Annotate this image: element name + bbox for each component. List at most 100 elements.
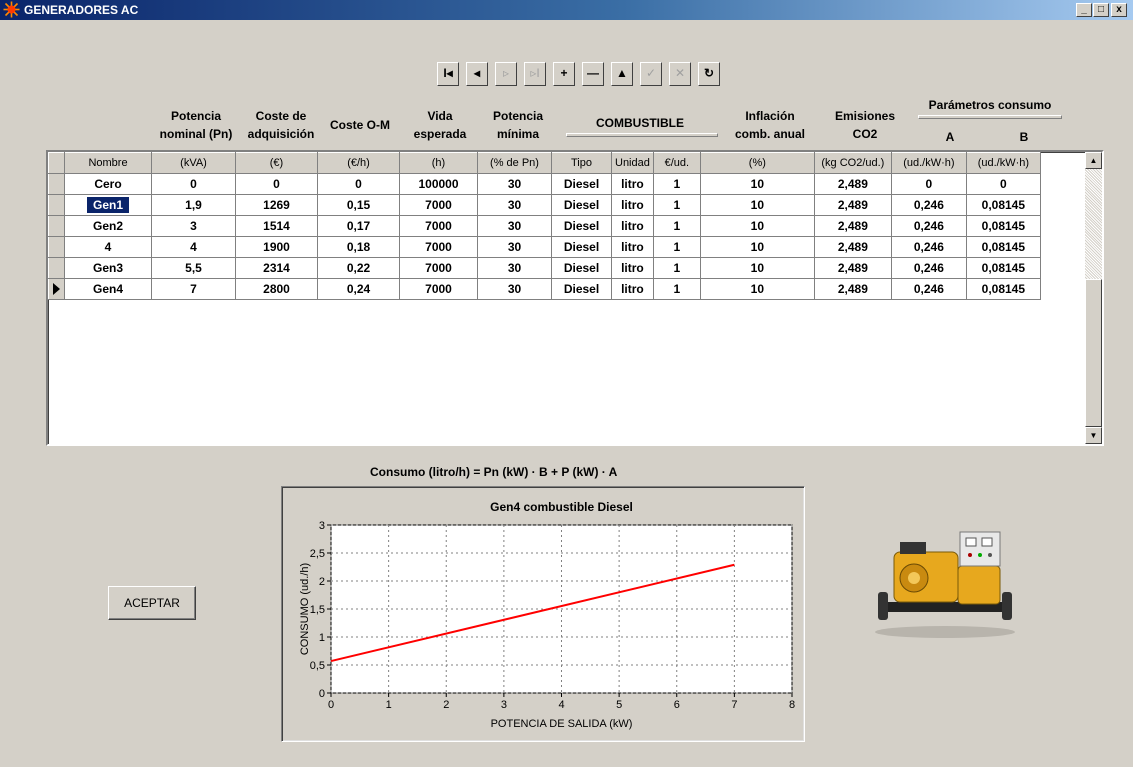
table-cell[interactable]: 7000 <box>399 215 478 237</box>
table-cell[interactable]: 100000 <box>399 173 478 195</box>
row-indicator[interactable] <box>48 278 65 300</box>
column-header[interactable]: Tipo <box>551 152 612 174</box>
table-cell[interactable]: 1 <box>652 215 701 237</box>
table-cell[interactable]: 1514 <box>235 215 318 237</box>
last-record-button[interactable]: ▹I <box>524 62 546 86</box>
column-header[interactable]: Nombre <box>64 152 152 174</box>
refresh-button[interactable]: ↻ <box>698 62 720 86</box>
table-cell[interactable]: litro <box>611 173 654 195</box>
table-cell[interactable]: litro <box>611 215 654 237</box>
table-cell[interactable]: 30 <box>477 173 552 195</box>
table-cell[interactable]: 30 <box>477 215 552 237</box>
table-cell[interactable]: 0,17 <box>317 215 400 237</box>
table-cell[interactable]: 7000 <box>399 194 478 216</box>
table-cell[interactable]: 0 <box>890 173 967 195</box>
table-cell[interactable]: 0 <box>317 173 400 195</box>
table-cell[interactable]: 1269 <box>235 194 318 216</box>
table-cell[interactable]: 3 <box>151 215 236 237</box>
table-cell[interactable]: 7 <box>151 278 236 300</box>
table-cell[interactable]: 0,246 <box>890 215 967 237</box>
column-header[interactable]: (% de Pn) <box>477 152 552 174</box>
table-row[interactable]: Gen2 3 1514 0,17 7000 30 Diesel litro 1 10 2,489 0,… <box>48 215 1041 237</box>
table-cell[interactable]: 0,08145 <box>965 236 1041 258</box>
column-header[interactable]: (kg CO2/ud.) <box>813 152 892 174</box>
scroll-down-button[interactable]: ▼ <box>1085 427 1102 444</box>
scroll-track[interactable] <box>1085 169 1102 279</box>
table-row[interactable]: Gen3 5,5 2314 0,22 7000 30 Diesel litro 1 10 2,489… <box>48 257 1041 279</box>
table-row[interactable]: 4 4 1900 0,18 7000 30 Diesel litro 1 10 2,489 0,246… <box>48 236 1041 258</box>
table-cell[interactable]: 0,22 <box>317 257 400 279</box>
table-cell[interactable]: 30 <box>477 194 552 216</box>
table-cell[interactable]: 30 <box>477 257 552 279</box>
table-cell[interactable]: 1 <box>652 236 701 258</box>
column-header[interactable]: €/ud. <box>652 152 701 174</box>
maximize-button[interactable]: □ <box>1093 3 1109 17</box>
generators-grid[interactable]: Nombre (kVA) (€) (€/h) (h) (% de Pn) Tipo Unida… <box>46 150 1104 446</box>
scroll-up-button[interactable]: ▲ <box>1085 152 1102 169</box>
vertical-scrollbar[interactable]: ▲ ▼ <box>1085 152 1102 444</box>
table-cell[interactable]: 30 <box>477 236 552 258</box>
table-cell[interactable]: litro <box>611 278 654 300</box>
table-cell[interactable]: 30 <box>477 278 552 300</box>
row-indicator[interactable] <box>48 194 65 216</box>
table-cell[interactable]: Gen1 <box>64 194 152 216</box>
table-row[interactable]: Cero 0 0 0 100000 30 Diesel litro 1 10 2,489 0 0 <box>48 173 1041 195</box>
accept-button[interactable]: ACEPTAR <box>108 586 196 620</box>
table-cell[interactable]: 2,489 <box>813 278 892 300</box>
insert-record-button[interactable]: + <box>553 62 575 86</box>
table-cell[interactable]: 5,5 <box>151 257 236 279</box>
table-cell[interactable]: 4 <box>64 236 152 258</box>
column-header[interactable]: (€) <box>235 152 318 174</box>
table-cell[interactable]: 0,246 <box>890 257 967 279</box>
table-cell[interactable]: 1 <box>652 173 701 195</box>
column-header[interactable]: (ud./kW·h) <box>965 152 1041 174</box>
table-cell[interactable]: 0 <box>235 173 318 195</box>
table-cell[interactable]: 4 <box>151 236 236 258</box>
edit-record-button[interactable]: ▲ <box>611 62 633 86</box>
table-cell[interactable]: 0,24 <box>317 278 400 300</box>
table-cell[interactable]: 7000 <box>399 278 478 300</box>
cancel-edit-button[interactable]: ✕ <box>669 62 691 86</box>
table-cell[interactable]: 0 <box>965 173 1041 195</box>
minimize-button[interactable]: _ <box>1076 3 1092 17</box>
table-cell[interactable]: 0,08145 <box>965 278 1041 300</box>
table-cell[interactable]: Diesel <box>551 236 612 258</box>
table-cell[interactable]: litro <box>611 257 654 279</box>
table-cell[interactable]: Diesel <box>551 257 612 279</box>
table-cell[interactable]: Diesel <box>551 194 612 216</box>
first-record-button[interactable]: I◂ <box>437 62 459 86</box>
table-cell[interactable]: Diesel <box>551 278 612 300</box>
delete-record-button[interactable]: — <box>582 62 604 86</box>
table-cell[interactable]: 0,18 <box>317 236 400 258</box>
next-record-button[interactable]: ▹ <box>495 62 517 86</box>
column-header[interactable]: (h) <box>399 152 478 174</box>
table-cell[interactable]: litro <box>611 194 654 216</box>
table-cell[interactable]: 2,489 <box>813 236 892 258</box>
table-cell[interactable]: 10 <box>699 278 815 300</box>
table-cell[interactable]: 1 <box>652 257 701 279</box>
table-cell[interactable]: Gen4 <box>64 278 152 300</box>
table-cell[interactable]: 1 <box>652 278 701 300</box>
close-button[interactable]: x <box>1111 3 1127 17</box>
table-cell[interactable]: 2,489 <box>813 215 892 237</box>
table-cell[interactable]: litro <box>611 236 654 258</box>
table-cell[interactable]: 2314 <box>235 257 318 279</box>
table-cell[interactable]: Gen3 <box>64 257 152 279</box>
table-cell[interactable]: Cero <box>64 173 152 195</box>
table-cell[interactable]: 0,246 <box>890 194 967 216</box>
column-header[interactable]: (%) <box>699 152 815 174</box>
table-cell[interactable]: 2,489 <box>813 194 892 216</box>
table-cell[interactable]: 10 <box>699 215 815 237</box>
table-cell[interactable]: 0,246 <box>890 236 967 258</box>
table-cell[interactable]: 1900 <box>235 236 318 258</box>
table-row[interactable]: Gen4 7 2800 0,24 7000 30 Diesel litro 1 10 2,489 0,… <box>48 278 1041 300</box>
table-cell[interactable]: 1 <box>652 194 701 216</box>
table-cell[interactable]: 10 <box>699 257 815 279</box>
table-cell[interactable]: 0,08145 <box>965 215 1041 237</box>
table-cell[interactable]: Diesel <box>551 173 612 195</box>
post-record-button[interactable]: ✓ <box>640 62 662 86</box>
table-cell[interactable]: 7000 <box>399 236 478 258</box>
table-cell[interactable]: 10 <box>699 236 815 258</box>
table-cell[interactable]: 0 <box>151 173 236 195</box>
column-header[interactable]: (ud./kW·h) <box>890 152 967 174</box>
